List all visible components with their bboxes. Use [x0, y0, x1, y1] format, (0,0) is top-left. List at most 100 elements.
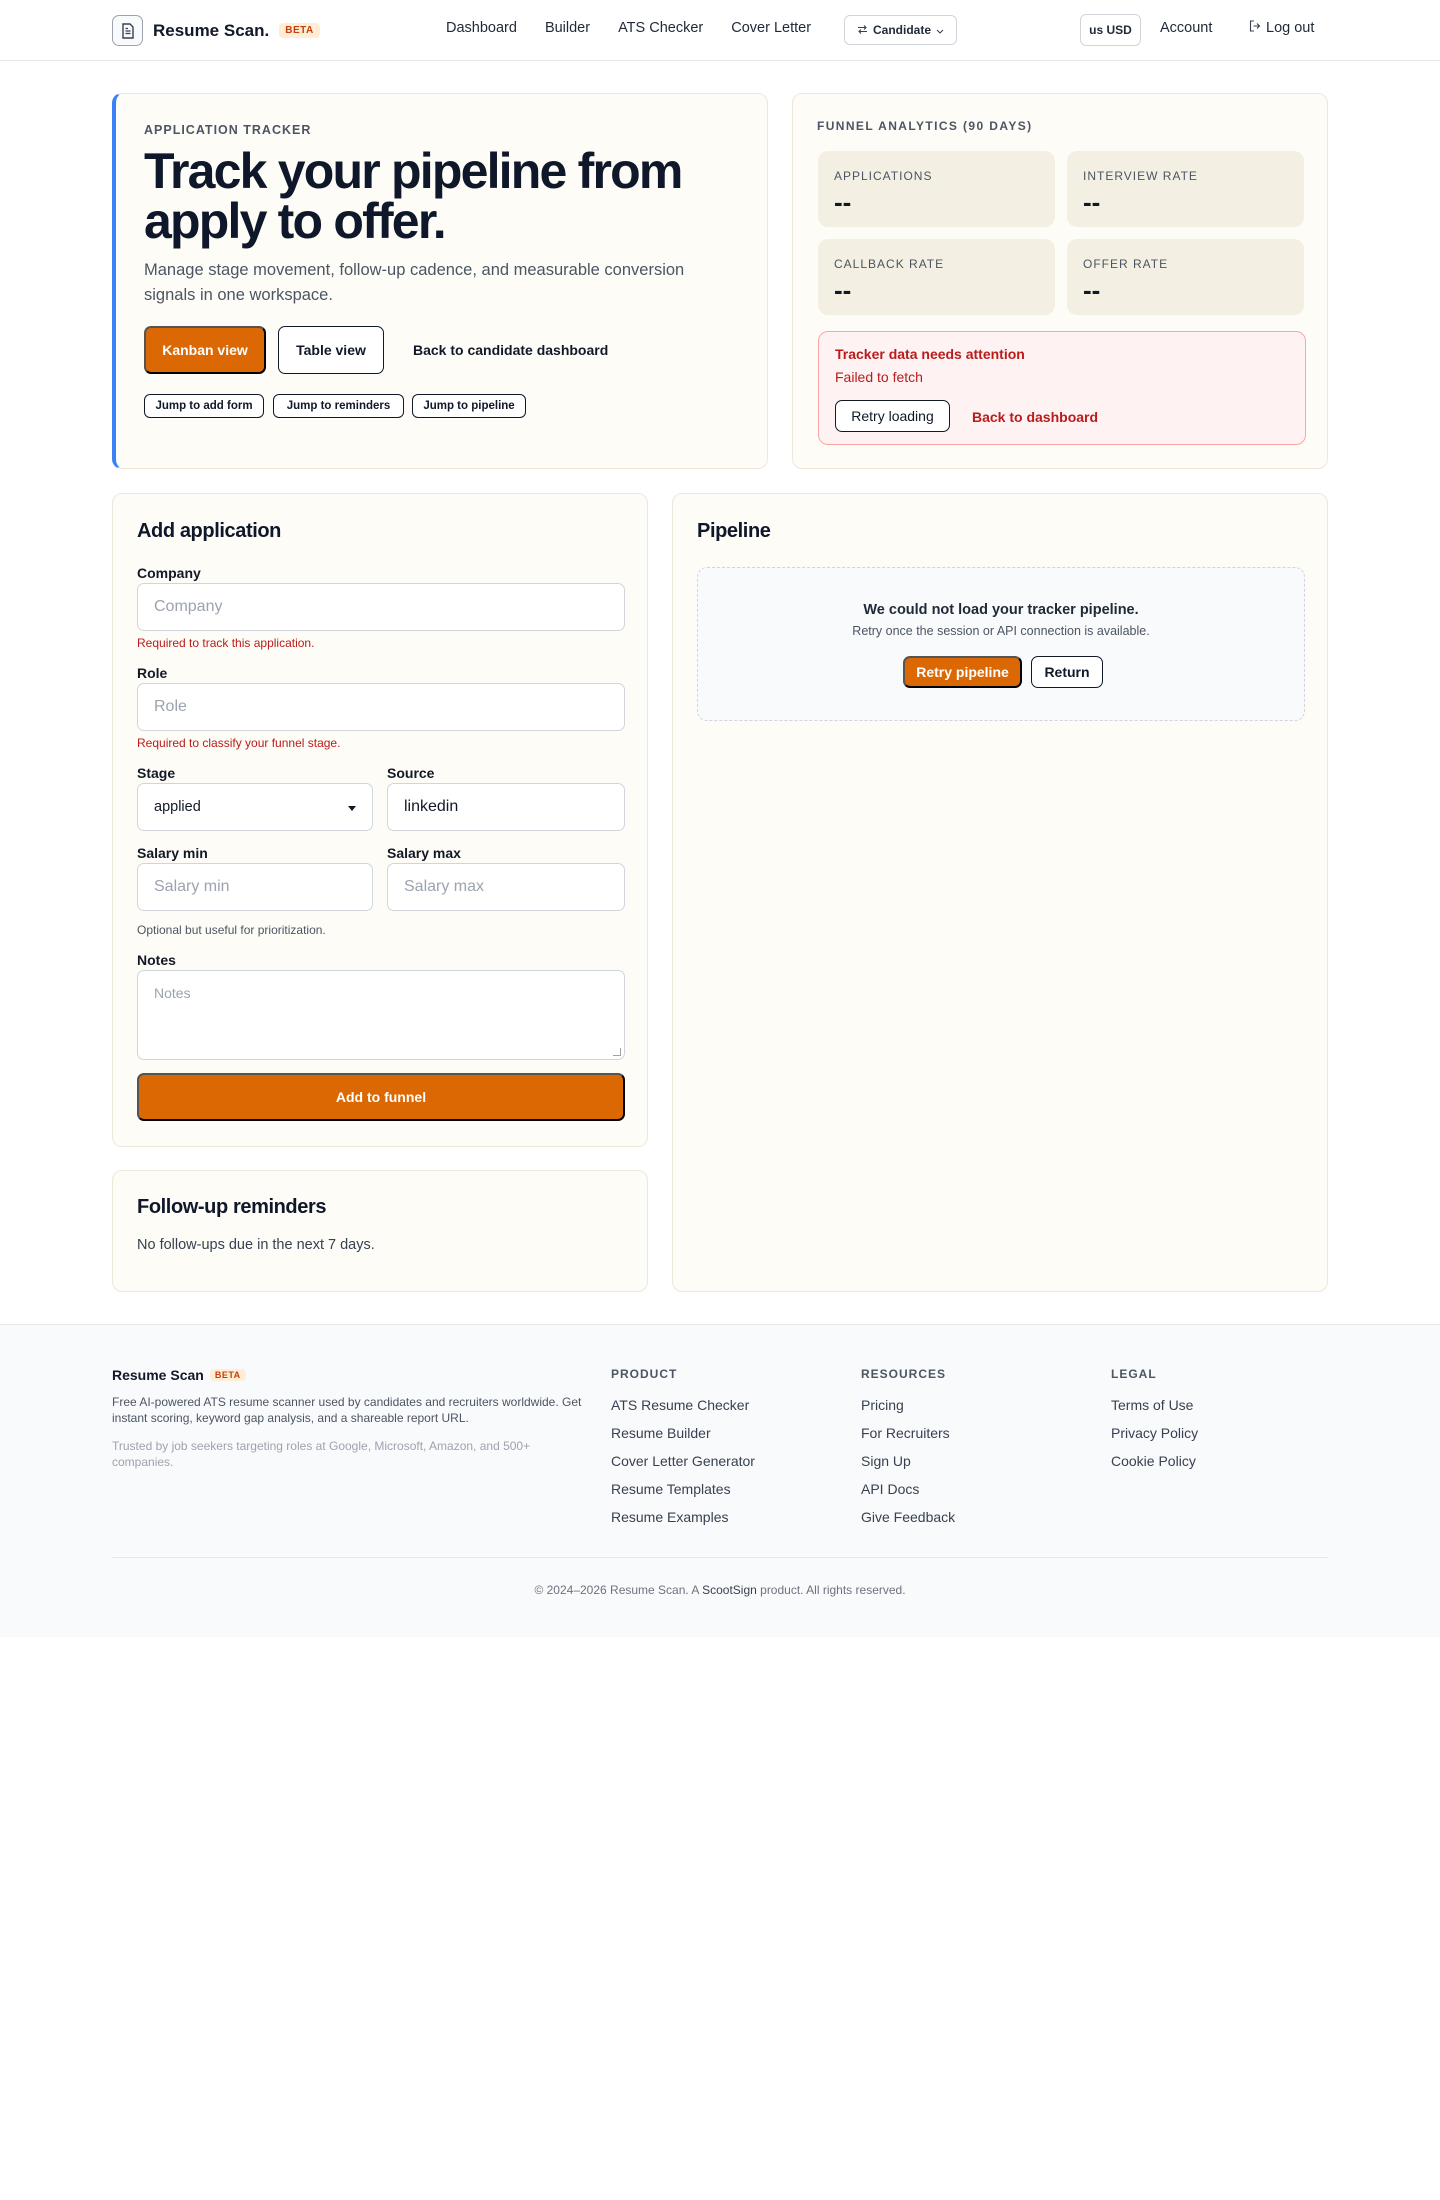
nav-ats-checker[interactable]: ATS Checker — [618, 20, 703, 36]
stat-value: -- — [1083, 187, 1101, 217]
stat-label: CALLBACK RATE — [834, 257, 945, 271]
stat-applications: APPLICATIONS -- — [818, 151, 1055, 227]
logout-link[interactable]: Log out — [1249, 20, 1314, 36]
document-icon — [112, 15, 143, 46]
footer-col-heading: RESOURCES — [861, 1367, 947, 1381]
hero-eyebrow: APPLICATION TRACKER — [144, 123, 312, 137]
notes-placeholder: Notes — [154, 985, 191, 1001]
stat-label: APPLICATIONS — [834, 169, 933, 183]
add-to-funnel-button[interactable]: Add to funnel — [137, 1073, 625, 1121]
footer-link[interactable]: Cookie Policy — [1111, 1453, 1198, 1481]
pipeline-title: Pipeline — [697, 520, 771, 542]
footer-link[interactable]: Give Feedback — [861, 1509, 955, 1537]
reminders-empty-text: No follow-ups due in the next 7 days. — [137, 1237, 375, 1253]
add-application-title: Add application — [137, 520, 282, 542]
footer-beta-badge: BETA — [209, 1369, 246, 1381]
currency-selector[interactable]: us USD — [1080, 14, 1141, 46]
back-to-dashboard-link[interactable]: Back to candidate dashboard — [413, 342, 608, 358]
logout-label: Log out — [1266, 20, 1315, 36]
nav-dashboard[interactable]: Dashboard — [446, 20, 517, 36]
salary-max-input[interactable]: Salary max — [387, 863, 625, 911]
stage-label: Stage — [137, 765, 176, 781]
caret-down-icon — [348, 806, 356, 811]
return-button[interactable]: Return — [1031, 656, 1103, 688]
footer-description: Free AI-powered ATS resume scanner used … — [112, 1395, 582, 1425]
table-view-button[interactable]: Table view — [278, 326, 384, 374]
footer-copyright: © 2024–2026 Resume Scan. A ScootSign pro… — [0, 1583, 1440, 1597]
notes-label: Notes — [137, 952, 176, 968]
footer-link[interactable]: Resume Builder — [611, 1425, 755, 1453]
scootsign-link[interactable]: ScootSign — [702, 1583, 757, 1597]
footer-col-resources: RESOURCES Pricing For Recruiters Sign Up… — [861, 1367, 955, 1537]
role-input[interactable]: Role — [137, 683, 625, 731]
salary-hint: Optional but useful for prioritization. — [137, 923, 326, 937]
retry-loading-button[interactable]: Retry loading — [835, 400, 950, 432]
stat-value: -- — [834, 275, 852, 305]
source-label: Source — [387, 765, 435, 781]
footer-link[interactable]: Sign Up — [861, 1453, 955, 1481]
alert-title: Tracker data needs attention — [835, 346, 1025, 362]
site-footer: Resume Scan BETA Free AI-powered ATS res… — [0, 1324, 1440, 1637]
pipeline-card: Pipeline We could not load your tracker … — [672, 493, 1328, 1292]
stat-value: -- — [834, 187, 852, 217]
jump-add-form-chip[interactable]: Jump to add form — [144, 394, 264, 418]
salary-min-label: Salary min — [137, 845, 208, 861]
role-error: Required to classify your funnel stage. — [137, 736, 341, 750]
hero-card: APPLICATION TRACKER Track your pipeline … — [112, 93, 768, 469]
jump-pipeline-chip[interactable]: Jump to pipeline — [412, 394, 526, 418]
brand-name: Resume Scan. — [153, 20, 270, 40]
alert-back-to-dashboard-link[interactable]: Back to dashboard — [972, 409, 1098, 425]
footer-col-product: PRODUCT ATS Resume Checker Resume Builde… — [611, 1367, 755, 1537]
pipeline-error-subtitle: Retry once the session or API connection… — [852, 624, 1150, 638]
footer-divider — [112, 1557, 1328, 1558]
chevron-down-icon — [936, 23, 944, 37]
nav-builder[interactable]: Builder — [545, 20, 590, 36]
pipeline-error-title: We could not load your tracker pipeline. — [863, 602, 1139, 618]
footer-link[interactable]: Terms of Use — [1111, 1397, 1198, 1425]
main-nav: Dashboard Builder ATS Checker Cover Lett… — [446, 20, 839, 36]
footer-col-heading: PRODUCT — [611, 1367, 678, 1381]
footer-link[interactable]: API Docs — [861, 1481, 955, 1509]
stat-offer-rate: OFFER RATE -- — [1067, 239, 1304, 315]
funnel-analytics-card: FUNNEL ANALYTICS (90 DAYS) APPLICATIONS … — [792, 93, 1328, 469]
footer-link[interactable]: Resume Examples — [611, 1509, 755, 1537]
brand-logo[interactable]: Resume Scan. BETA — [112, 15, 320, 46]
salary-min-input[interactable]: Salary min — [137, 863, 373, 911]
stat-callback-rate: CALLBACK RATE -- — [818, 239, 1055, 315]
swap-icon — [857, 23, 868, 37]
hero-subtitle: Manage stage movement, follow-up cadence… — [144, 261, 685, 304]
resize-handle-icon[interactable] — [613, 1048, 621, 1056]
role-label: Role — [137, 665, 168, 681]
notes-textarea[interactable]: Notes — [137, 970, 625, 1060]
logout-icon — [1249, 20, 1261, 36]
footer-link[interactable]: ATS Resume Checker — [611, 1397, 755, 1425]
footer-link[interactable]: Resume Templates — [611, 1481, 755, 1509]
footer-link[interactable]: Privacy Policy — [1111, 1425, 1198, 1453]
role-switcher[interactable]: Candidate — [844, 15, 957, 45]
source-input[interactable]: linkedin — [387, 783, 625, 831]
stat-interview-rate: INTERVIEW RATE -- — [1067, 151, 1304, 227]
company-label: Company — [137, 565, 201, 581]
retry-pipeline-button[interactable]: Retry pipeline — [903, 656, 1022, 688]
beta-badge: BETA — [279, 23, 320, 38]
kanban-view-button[interactable]: Kanban view — [144, 326, 266, 374]
stat-label: OFFER RATE — [1083, 257, 1169, 271]
footer-trust: Trusted by job seekers targeting roles a… — [112, 1439, 531, 1469]
footer-link[interactable]: Pricing — [861, 1397, 955, 1425]
footer-brand-name: Resume Scan — [112, 1367, 204, 1383]
company-error: Required to track this application. — [137, 636, 315, 650]
company-input[interactable]: Company — [137, 583, 625, 631]
jump-reminders-chip[interactable]: Jump to reminders — [273, 394, 404, 418]
stage-select[interactable]: applied — [137, 783, 373, 831]
footer-link[interactable]: For Recruiters — [861, 1425, 955, 1453]
stage-value: applied — [154, 799, 201, 815]
salary-max-label: Salary max — [387, 845, 461, 861]
account-link[interactable]: Account — [1160, 20, 1212, 36]
pipeline-error-state: We could not load your tracker pipeline.… — [697, 567, 1305, 721]
footer-link[interactable]: Cover Letter Generator — [611, 1453, 755, 1481]
reminders-title: Follow-up reminders — [137, 1196, 327, 1218]
nav-cover-letter[interactable]: Cover Letter — [731, 20, 811, 36]
page-title: Track your pipeline from apply to offer. — [144, 143, 683, 249]
footer-brand: Resume Scan BETA — [112, 1367, 246, 1383]
copyright-text: © 2024–2026 Resume Scan. A — [534, 1583, 699, 1597]
